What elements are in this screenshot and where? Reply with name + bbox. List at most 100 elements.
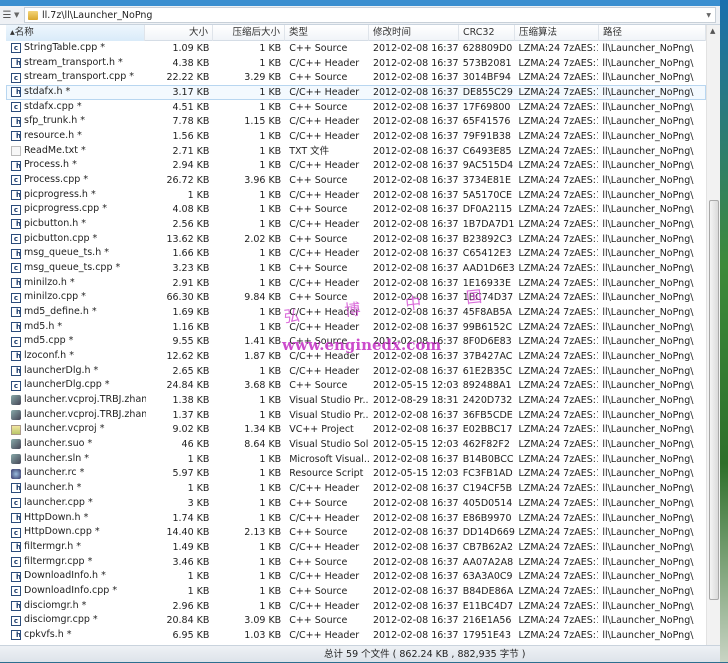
cell-name: ReadMe.txt *: [7, 145, 146, 158]
column-method[interactable]: 压缩算法: [515, 25, 599, 41]
cell-size: 9.55 KB: [172, 336, 210, 348]
file-row[interactable]: c picbutton.cpp * 13.62 KB 2.02 KB C++ Sourc…: [6, 232, 706, 247]
header-file-icon: h: [11, 512, 21, 523]
cell-name: h cpkvfs.h *: [7, 629, 146, 642]
cell-modified: 2012-02-08 16:37:...: [372, 263, 459, 275]
cell-crc: DE855C29: [462, 87, 513, 99]
file-row[interactable]: h disciomgr.h * 2.96 KB 1 KB C/C++ Header 201…: [6, 599, 706, 614]
cell-size: 1.69 KB: [172, 307, 210, 319]
file-row[interactable]: launcher.suo * 46 KB 8.64 KB Visual Studio …: [6, 437, 706, 452]
file-row[interactable]: h HttpDown.h * 1.74 KB 1 KB C/C++ Header 2012…: [6, 511, 706, 526]
cell-crc: 3014BF94: [462, 72, 511, 84]
file-row[interactable]: c filtermgr.cpp * 3.46 KB 1 KB C++ Source 201…: [6, 555, 706, 570]
cell-size: 7.78 KB: [172, 116, 210, 128]
cell-crc: CB7B62A2: [462, 541, 514, 553]
file-row[interactable]: c launcher.cpp * 3 KB 1 KB C++ Source 2012-02…: [6, 496, 706, 511]
cell-path: ll\Launcher_NoPng\: [602, 87, 694, 99]
cell-path: ll\Launcher_NoPng\: [602, 175, 694, 187]
column-modified[interactable]: 修改时间: [369, 25, 459, 41]
cell-method: LZMA:24 7zAES:19: [518, 453, 599, 465]
cell-path: ll\Launcher_NoPng\: [602, 131, 694, 143]
column-name[interactable]: ▴ 名称: [6, 25, 145, 41]
file-row[interactable]: h stream_transport.h * 4.38 KB 1 KB C/C++ He…: [6, 56, 706, 71]
header-file-icon: h: [11, 160, 21, 171]
file-row[interactable]: h md5.h * 1.16 KB 1 KB C/C++ Header 2012-02-0…: [6, 320, 706, 335]
cell-modified: 2012-02-08 16:37:...: [372, 233, 459, 245]
cell-modified: 2012-02-08 16:37:...: [372, 571, 459, 583]
file-name: launcher.rc *: [24, 467, 85, 479]
file-row[interactable]: c picprogress.cpp * 4.08 KB 1 KB C++ Source 2…: [6, 202, 706, 217]
menu-icon[interactable]: ☰: [0, 10, 14, 21]
file-row[interactable]: h launcher.h * 1 KB 1 KB C/C++ Header 2012-02…: [6, 481, 706, 496]
cell-size: 1.56 KB: [172, 131, 210, 143]
column-type[interactable]: 类型: [285, 25, 369, 41]
cpp-file-icon: c: [11, 586, 21, 597]
cell-path: ll\Launcher_NoPng\: [602, 292, 694, 304]
file-row[interactable]: h cpkvfs.h * 6.95 KB 1.03 KB C/C++ Header 201…: [6, 628, 706, 643]
cell-packed-size: 1 KB: [259, 571, 282, 583]
file-row[interactable]: h picprogress.h * 1 KB 1 KB C/C++ Header 2012…: [6, 188, 706, 203]
cell-packed-size: 1.87 KB: [244, 351, 282, 363]
file-row[interactable]: h resource.h * 1.56 KB 1 KB C/C++ Header 2012…: [6, 129, 706, 144]
file-row[interactable]: h launcherDlg.h * 2.65 KB 1 KB C/C++ Header 2…: [6, 364, 706, 379]
file-row[interactable]: launcher.vcproj.TRBJ.zhangs... 1.37 KB 1 K…: [6, 408, 706, 423]
file-row[interactable]: c disciomgr.cpp * 20.84 KB 3.09 KB C++ Sourc…: [6, 613, 706, 628]
cell-packed-size: 1.03 KB: [244, 629, 282, 641]
file-row[interactable]: c StringTable.cpp * 1.09 KB 1 KB C++ Source 2…: [6, 41, 706, 56]
cpp-file-icon: c: [11, 263, 21, 274]
address-input[interactable]: ll.7z\ll\Launcher_NoPng ▼: [24, 7, 716, 23]
cell-modified: 2012-02-08 16:37:...: [372, 57, 459, 69]
cell-modified: 2012-02-08 16:37:...: [372, 365, 459, 377]
cpp-file-icon: c: [11, 204, 21, 215]
cell-type: Resource Script: [289, 468, 364, 480]
cell-type: C++ Source: [289, 101, 348, 113]
chevron-down-icon[interactable]: ▼: [14, 11, 24, 19]
file-row[interactable]: launcher.vcproj * 9.02 KB 1.34 KB VC++ Proj…: [6, 422, 706, 437]
address-bar: ☰ ▼ ll.7z\ll\Launcher_NoPng ▼: [0, 6, 720, 25]
column-packed-size[interactable]: 压缩后大小: [213, 25, 285, 41]
file-row[interactable]: launcher.vcproj.TRBJ.zhangz... 1.38 KB 1 K…: [6, 393, 706, 408]
file-row[interactable]: launcher.rc * 5.97 KB 1 KB Resource Script 2…: [6, 466, 706, 481]
file-row[interactable]: h picbutton.h * 2.56 KB 1 KB C/C++ Header 201…: [6, 217, 706, 232]
cell-crc: 9AC515D4: [462, 160, 514, 172]
cell-size: 1.37 KB: [172, 409, 210, 421]
file-row[interactable]: h stdafx.h * 3.17 KB 1 KB C/C++ Header 2012-0…: [6, 85, 706, 100]
file-row[interactable]: c HttpDown.cpp * 14.40 KB 2.13 KB C++ Source…: [6, 525, 706, 540]
scroll-up-icon[interactable]: ▲: [710, 27, 715, 35]
cell-packed-size: 2.13 KB: [244, 527, 282, 539]
file-row[interactable]: c msg_queue_ts.cpp * 3.23 KB 1 KB C++ Source…: [6, 261, 706, 276]
cell-method: LZMA:24 7zAES:19: [518, 512, 599, 524]
cell-modified: 2012-02-08 16:37:...: [372, 615, 459, 627]
file-row[interactable]: c Process.cpp * 26.72 KB 3.96 KB C++ Source 2…: [6, 173, 706, 188]
file-row[interactable]: h filtermgr.h * 1.49 KB 1 KB C/C++ Header 201…: [6, 540, 706, 555]
file-row[interactable]: ReadMe.txt * 2.71 KB 1 KB TXT 文件 2012-02-08 …: [6, 144, 706, 159]
cell-modified: 2012-02-08 16:37:...: [372, 248, 459, 260]
file-row[interactable]: h Process.h * 2.94 KB 1 KB C/C++ Header 2012-…: [6, 158, 706, 173]
file-row[interactable]: c launcherDlg.cpp * 24.84 KB 3.68 KB C++ Sou…: [6, 378, 706, 393]
file-row[interactable]: c stdafx.cpp * 4.51 KB 1 KB C++ Source 2012-0…: [6, 100, 706, 115]
scrollbar-thumb[interactable]: [709, 200, 719, 600]
file-name: msg_queue_ts.cpp *: [24, 262, 121, 274]
cell-method: LZMA:24 7zAES:19: [518, 541, 599, 553]
column-path[interactable]: 路径: [599, 25, 706, 41]
address-dropdown-icon[interactable]: ▼: [706, 12, 711, 19]
cell-path: ll\Launcher_NoPng\: [602, 380, 694, 392]
cell-path: ll\Launcher_NoPng\: [602, 600, 694, 612]
file-row[interactable]: h sfp_trunk.h * 7.78 KB 1.15 KB C/C++ Header…: [6, 114, 706, 129]
cell-packed-size: 1 KB: [259, 600, 282, 612]
file-row[interactable]: c DownloadInfo.cpp * 1 KB 1 KB C++ Source 201…: [6, 584, 706, 599]
header-file-icon: h: [11, 366, 21, 377]
column-size[interactable]: 大小: [145, 25, 213, 41]
cell-size: 1 KB: [187, 453, 210, 465]
file-row[interactable]: h minilzo.h * 2.91 KB 1 KB C/C++ Header 2012-…: [6, 276, 706, 291]
column-crc[interactable]: CRC32: [459, 25, 515, 41]
vertical-scrollbar[interactable]: ▲: [706, 25, 720, 645]
cell-modified: 2012-08-29 18:31:...: [372, 395, 459, 407]
desktop-background: [720, 0, 728, 662]
file-row[interactable]: h msg_queue_ts.h * 1.66 KB 1 KB C/C++ Header…: [6, 246, 706, 261]
cell-method: LZMA:24 7zAES:19: [518, 571, 599, 583]
cell-size: 1 KB: [187, 483, 210, 495]
file-row[interactable]: launcher.sln * 1 KB 1 KB Microsoft Visual..…: [6, 452, 706, 467]
file-row[interactable]: c stream_transport.cpp * 22.22 KB 3.29 KB C+…: [6, 70, 706, 85]
file-row[interactable]: h DownloadInfo.h * 1 KB 1 KB C/C++ Header 201…: [6, 569, 706, 584]
